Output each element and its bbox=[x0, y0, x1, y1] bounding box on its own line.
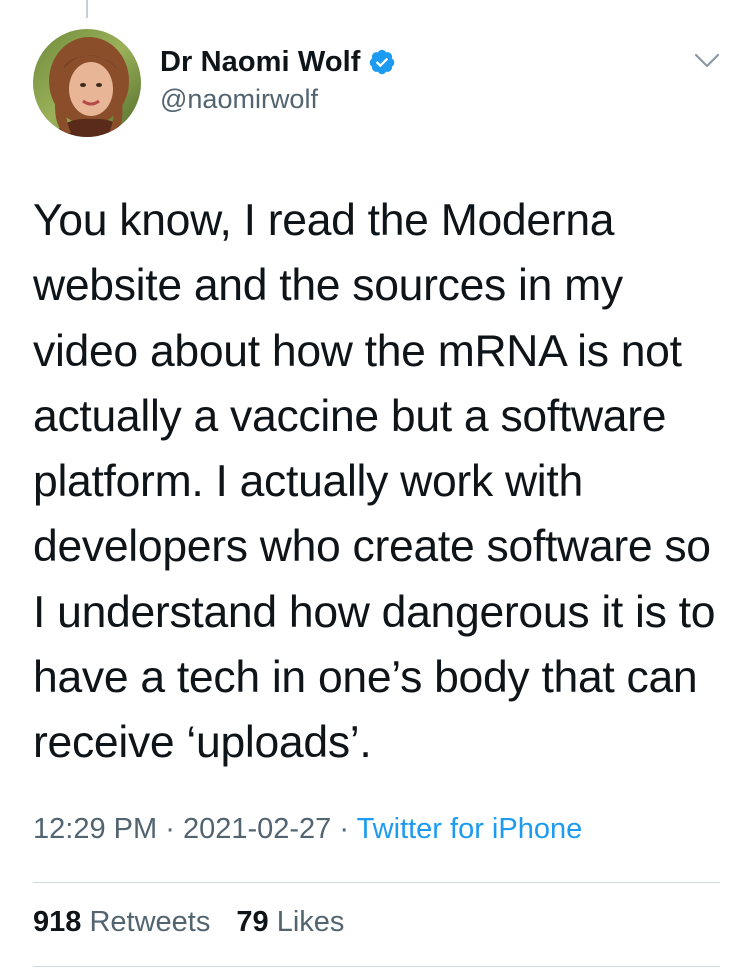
thread-connector-line bbox=[86, 0, 88, 18]
avatar[interactable] bbox=[33, 29, 141, 137]
user-handle[interactable]: @naomirwolf bbox=[160, 84, 396, 115]
profile-photo-icon bbox=[33, 29, 141, 137]
chevron-down-icon[interactable] bbox=[694, 52, 720, 70]
tweet-meta: 12:29 PM · 2021-02-27 · Twitter for iPho… bbox=[33, 813, 582, 846]
tweet-text: You know, I read the Moderna website and… bbox=[33, 196, 716, 768]
tweet-time[interactable]: 12:29 PM bbox=[33, 813, 157, 845]
retweets-stat[interactable]: 918 Retweets bbox=[33, 906, 210, 938]
meta-separator: · bbox=[165, 813, 175, 845]
meta-separator: · bbox=[339, 813, 350, 845]
retweets-count: 918 bbox=[33, 906, 82, 938]
tweet-date[interactable]: 2021-02-27 bbox=[183, 813, 331, 845]
tweet-author[interactable]: Dr Naomi Wolf @naomirwolf bbox=[160, 44, 396, 115]
display-name[interactable]: Dr Naomi Wolf bbox=[160, 46, 361, 79]
likes-label: Likes bbox=[276, 906, 345, 938]
tweet-stats: 918 Retweets 79 Likes bbox=[33, 906, 362, 939]
verified-badge-icon bbox=[368, 48, 396, 76]
likes-count: 79 bbox=[236, 906, 269, 938]
divider bbox=[33, 966, 720, 967]
likes-stat[interactable]: 79 Likes bbox=[236, 906, 344, 938]
divider bbox=[33, 882, 720, 883]
retweets-label: Retweets bbox=[89, 906, 211, 938]
tweet-source-link[interactable]: Twitter for iPhone bbox=[357, 813, 583, 845]
